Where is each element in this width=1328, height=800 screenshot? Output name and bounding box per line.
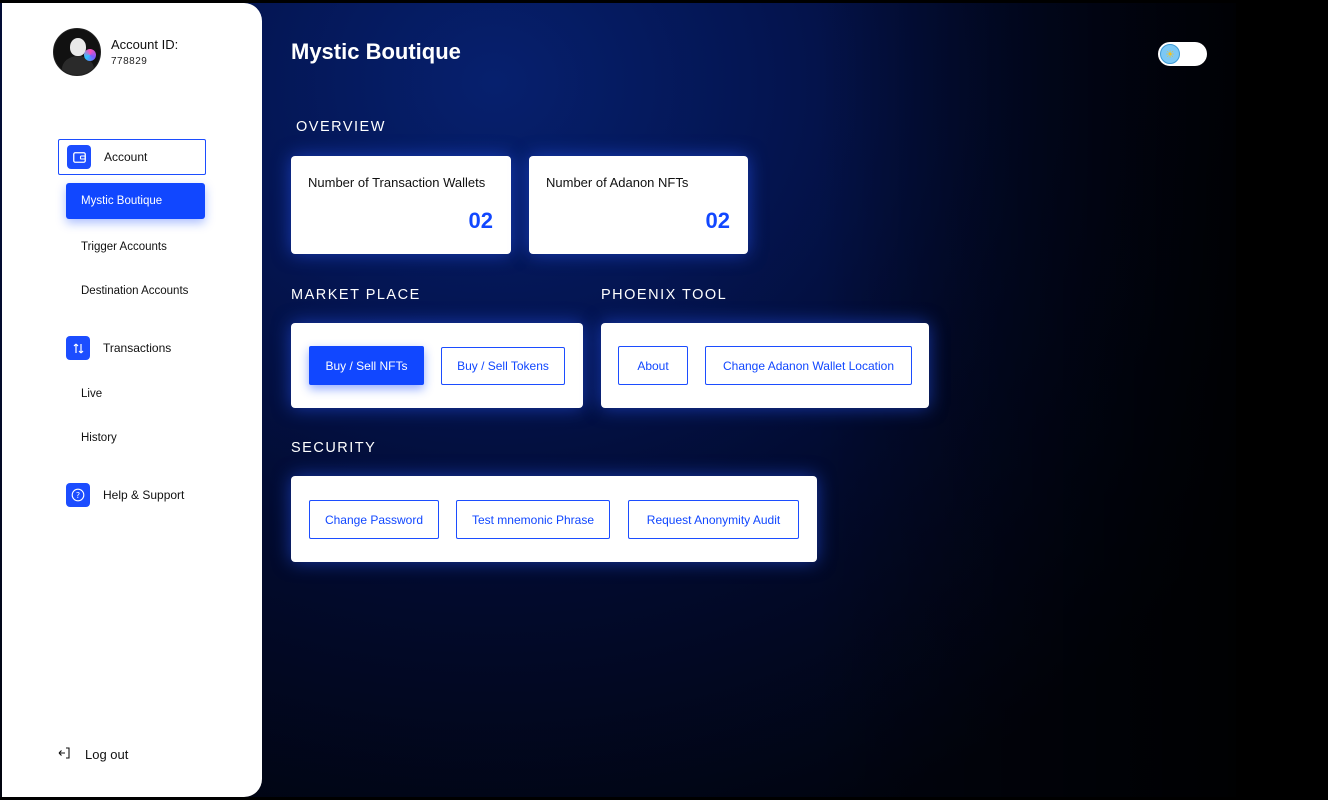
stat-label: Number of Transaction Wallets bbox=[308, 175, 486, 190]
sidebar-item-destination-accounts[interactable]: Destination Accounts bbox=[81, 285, 188, 297]
sidebar-item-help-support[interactable]: ? Help & Support bbox=[66, 483, 184, 507]
svg-text:?: ? bbox=[76, 491, 80, 500]
about-button[interactable]: About bbox=[618, 346, 688, 385]
section-title-phoenix-tool: PHOENIX TOOL bbox=[601, 287, 728, 303]
logout-button[interactable]: Log out bbox=[57, 746, 128, 763]
profile-text: Account ID: 778829 bbox=[111, 37, 178, 67]
sidebar-item-label: Help & Support bbox=[103, 488, 185, 502]
sidebar-item-history[interactable]: History bbox=[81, 432, 117, 444]
test-mnemonic-phrase-button[interactable]: Test mnemonic Phrase bbox=[456, 500, 610, 539]
change-password-button[interactable]: Change Password bbox=[309, 500, 439, 539]
profile: Account ID: 778829 bbox=[53, 28, 178, 76]
stat-value: 02 bbox=[468, 208, 493, 233]
logout-label: Log out bbox=[85, 747, 129, 762]
sidebar-item-trigger-accounts[interactable]: Trigger Accounts bbox=[81, 241, 167, 253]
stat-card-adanon-nfts: Number of Adanon NFTs 02 bbox=[529, 156, 748, 254]
section-title-overview: OVERVIEW bbox=[296, 119, 386, 135]
sidebar-item-label: Transactions bbox=[103, 341, 172, 355]
wallet-icon bbox=[67, 145, 91, 169]
change-wallet-location-button[interactable]: Change Adanon Wallet Location bbox=[705, 346, 912, 385]
section-title-security: SECURITY bbox=[291, 440, 377, 456]
sidebar-item-transactions[interactable]: Transactions bbox=[66, 336, 171, 360]
account-id-label: Account ID: bbox=[111, 37, 179, 52]
sidebar-item-live[interactable]: Live bbox=[81, 388, 102, 400]
stat-value: 02 bbox=[705, 208, 730, 233]
sidebar-item-label: Account bbox=[104, 150, 148, 164]
request-anonymity-audit-button[interactable]: Request Anonymity Audit bbox=[628, 500, 799, 539]
security-card: Change Password Test mnemonic Phrase Req… bbox=[291, 476, 817, 562]
sidebar-item-account[interactable]: Account bbox=[58, 139, 206, 175]
sidebar: Account ID: 778829 Account Mystic Boutiq… bbox=[2, 3, 262, 797]
stat-card-transaction-wallets: Number of Transaction Wallets 02 bbox=[291, 156, 511, 254]
buy-sell-nfts-button[interactable]: Buy / Sell NFTs bbox=[309, 346, 424, 385]
theme-toggle[interactable]: ☀ bbox=[1158, 42, 1207, 66]
account-id-value: 778829 bbox=[111, 56, 148, 67]
page-title: Mystic Boutique bbox=[291, 39, 461, 64]
logout-icon bbox=[57, 746, 75, 763]
question-icon: ? bbox=[66, 483, 90, 507]
transfer-arrows-icon bbox=[66, 336, 90, 360]
phoenix-tool-card: About Change Adanon Wallet Location bbox=[601, 323, 929, 408]
sun-cloud-icon: ☀ bbox=[1160, 44, 1180, 64]
sidebar-item-mystic-boutique[interactable]: Mystic Boutique bbox=[66, 183, 205, 219]
app-window: Account ID: 778829 Account Mystic Boutiq… bbox=[0, 3, 1236, 797]
screen-frame: Account ID: 778829 Account Mystic Boutiq… bbox=[0, 0, 1328, 800]
buy-sell-tokens-button[interactable]: Buy / Sell Tokens bbox=[441, 347, 565, 385]
market-place-card: Buy / Sell NFTs Buy / Sell Tokens bbox=[291, 323, 583, 408]
anonymous-avatar-icon[interactable] bbox=[53, 28, 101, 76]
stat-label: Number of Adanon NFTs bbox=[546, 175, 689, 190]
section-title-market-place: MARKET PLACE bbox=[291, 287, 421, 303]
